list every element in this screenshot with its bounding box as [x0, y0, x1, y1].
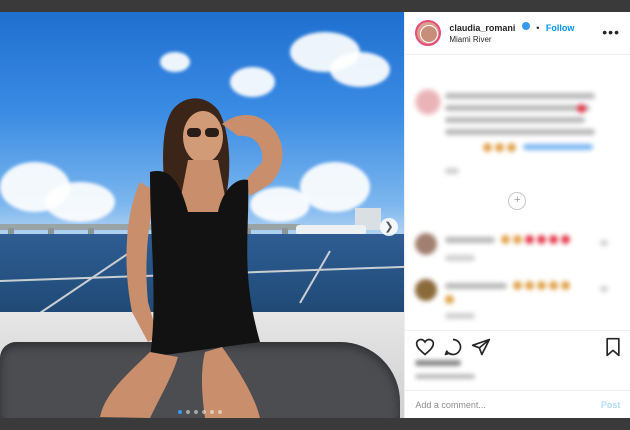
- carousel-dot: [210, 410, 214, 414]
- comments-section: +: [405, 55, 630, 330]
- carousel-dot: [194, 410, 198, 414]
- emoji: [561, 281, 571, 290]
- carousel-dot: [202, 410, 206, 414]
- emoji: [561, 235, 571, 244]
- comment-avatar: [415, 233, 438, 255]
- emoji: [549, 235, 559, 244]
- carousel-dot: [178, 410, 182, 414]
- carousel-dot: [218, 410, 222, 414]
- caption-avatar: [415, 89, 442, 115]
- post-sidebar: claudia_romani • Follow Miami River •••: [404, 12, 630, 418]
- comment-meta-line: [445, 255, 476, 261]
- caption-line: [445, 105, 591, 111]
- location-link[interactable]: Miami River: [449, 34, 574, 46]
- heart-icon[interactable]: [415, 337, 435, 357]
- like-comment-icon: [600, 286, 609, 292]
- emoji: [495, 143, 505, 152]
- more-options-icon[interactable]: •••: [602, 24, 620, 40]
- emoji: [507, 143, 517, 152]
- emoji: [513, 235, 523, 244]
- emoji: [549, 281, 559, 290]
- comment-line: [445, 237, 496, 243]
- caption-line: [445, 117, 586, 123]
- post-date-blurred: [415, 374, 476, 379]
- post-image[interactable]: ❯: [0, 12, 405, 418]
- emoji: [525, 281, 535, 290]
- emoji: [537, 235, 547, 244]
- comment-icon[interactable]: [443, 337, 463, 357]
- comment-input[interactable]: [415, 399, 566, 410]
- comment-meta-line: [445, 313, 476, 319]
- likes-count-blurred: [415, 360, 462, 366]
- carousel-dot: [186, 410, 190, 414]
- like-comment-icon: [600, 240, 609, 246]
- post-comment-button[interactable]: Post: [601, 400, 621, 410]
- bookmark-icon[interactable]: [603, 337, 623, 357]
- separator-dot: •: [536, 22, 540, 33]
- next-arrow-icon[interactable]: ❯: [380, 218, 398, 236]
- username-link[interactable]: claudia_romani: [449, 23, 515, 33]
- emoji: [501, 235, 511, 244]
- header-text: claudia_romani • Follow Miami River: [449, 21, 574, 46]
- comment-line: [445, 283, 508, 289]
- caption-line: [445, 129, 596, 135]
- heart-emoji: [577, 104, 587, 113]
- timestamp-line: [445, 168, 460, 174]
- comment-avatar: [415, 279, 438, 301]
- post-modal: ❯ claudia_romani • Follow Miami River ••…: [0, 12, 630, 418]
- emoji: [483, 143, 493, 152]
- mention-line: [523, 144, 594, 150]
- emoji: [525, 235, 535, 244]
- emoji: [513, 281, 523, 290]
- add-comment-bar: Post: [405, 390, 630, 418]
- follow-button[interactable]: Follow: [546, 23, 575, 33]
- emoji: [537, 281, 547, 290]
- post-header: claudia_romani • Follow Miami River •••: [405, 12, 630, 55]
- load-more-icon[interactable]: +: [508, 192, 527, 210]
- person-figure: [100, 98, 283, 418]
- avatar[interactable]: [415, 20, 442, 46]
- avatar-image: [420, 25, 439, 43]
- caption-line: [445, 93, 596, 99]
- verified-badge-icon: [521, 22, 530, 31]
- emoji: [445, 295, 455, 304]
- share-icon[interactable]: [471, 337, 491, 357]
- carousel-indicator: [178, 410, 222, 414]
